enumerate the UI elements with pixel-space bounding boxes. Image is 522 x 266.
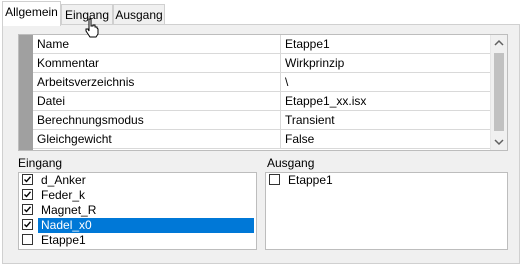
checkbox[interactable] (22, 204, 33, 215)
eingang-listbox[interactable]: d_Anker Feder_k Magnet_R Nadel_x0 Etappe1 (18, 172, 257, 250)
property-row[interactable]: Gleichgewicht False (33, 130, 490, 149)
property-row[interactable]: Arbeitsverzeichnis \ (33, 73, 490, 92)
list-item-label: Etappe1 (41, 233, 86, 247)
checkbox[interactable] (22, 219, 33, 230)
list-item[interactable]: Feder_k (19, 188, 256, 203)
hand-pointer-cursor-icon (84, 18, 100, 38)
grid-row-header-gutter (19, 35, 33, 150)
tab-allgemein[interactable]: Allgemein (2, 1, 61, 26)
list-item-label: d_Anker (41, 173, 86, 187)
checkbox[interactable] (22, 174, 33, 185)
property-name: Kommentar (33, 54, 281, 72)
property-name: Datei (33, 92, 281, 110)
tab-ausgang[interactable]: Ausgang (113, 4, 165, 26)
list-item[interactable]: Magnet_R (19, 203, 256, 218)
property-grid[interactable]: Name Etappe1 Kommentar Wirkprinzip Arbeitsve… (18, 34, 508, 151)
property-rows: Name Etappe1 Kommentar Wirkprinzip Arbeitsve… (33, 35, 490, 149)
list-item-label: Etappe1 (288, 173, 333, 187)
tab-strip: Allgemein Eingang Ausgang (0, 0, 522, 26)
list-item-label: Magnet_R (41, 203, 97, 217)
property-row[interactable]: Berechnungsmodus Transient (33, 111, 490, 130)
scroll-up-icon[interactable] (491, 35, 507, 51)
eingang-label: Eingang (18, 156, 63, 170)
checkbox[interactable] (22, 189, 33, 200)
list-item[interactable]: Etappe1 (266, 173, 507, 188)
ausgang-listbox[interactable]: Etappe1 (265, 172, 508, 250)
property-value[interactable]: \ (281, 73, 490, 91)
property-row[interactable]: Kommentar Wirkprinzip (33, 54, 490, 73)
property-row[interactable]: Datei Etappe1_xx.isx (33, 92, 490, 111)
property-value[interactable]: Etappe1_xx.isx (281, 92, 490, 110)
checkmark-icon (24, 221, 32, 228)
property-name: Name (33, 35, 281, 53)
scrollbar-thumb[interactable] (494, 53, 504, 131)
property-name: Arbeitsverzeichnis (33, 73, 281, 91)
list-item-label: Nadel_x0 (39, 218, 94, 233)
scroll-down-icon[interactable] (491, 134, 507, 150)
checkmark-icon (24, 191, 32, 198)
checkmark-icon (24, 176, 32, 183)
property-value[interactable]: Etappe1 (281, 35, 490, 53)
property-value[interactable]: Wirkprinzip (281, 54, 490, 72)
list-item[interactable]: d_Anker (19, 173, 256, 188)
ausgang-label: Ausgang (267, 156, 315, 170)
property-name: Berechnungsmodus (33, 111, 281, 129)
list-item-label: Feder_k (41, 188, 86, 202)
property-value[interactable]: Transient (281, 111, 490, 129)
property-row[interactable]: Name Etappe1 (33, 35, 490, 54)
checkbox[interactable] (22, 234, 33, 245)
property-grid-scrollbar[interactable] (490, 35, 507, 150)
property-value[interactable]: False (281, 130, 490, 148)
checkmark-icon (24, 206, 32, 213)
list-item[interactable]: Etappe1 (19, 233, 256, 248)
checkbox[interactable] (269, 174, 280, 185)
list-item[interactable]: Nadel_x0 (19, 218, 256, 233)
property-name: Gleichgewicht (33, 130, 281, 148)
